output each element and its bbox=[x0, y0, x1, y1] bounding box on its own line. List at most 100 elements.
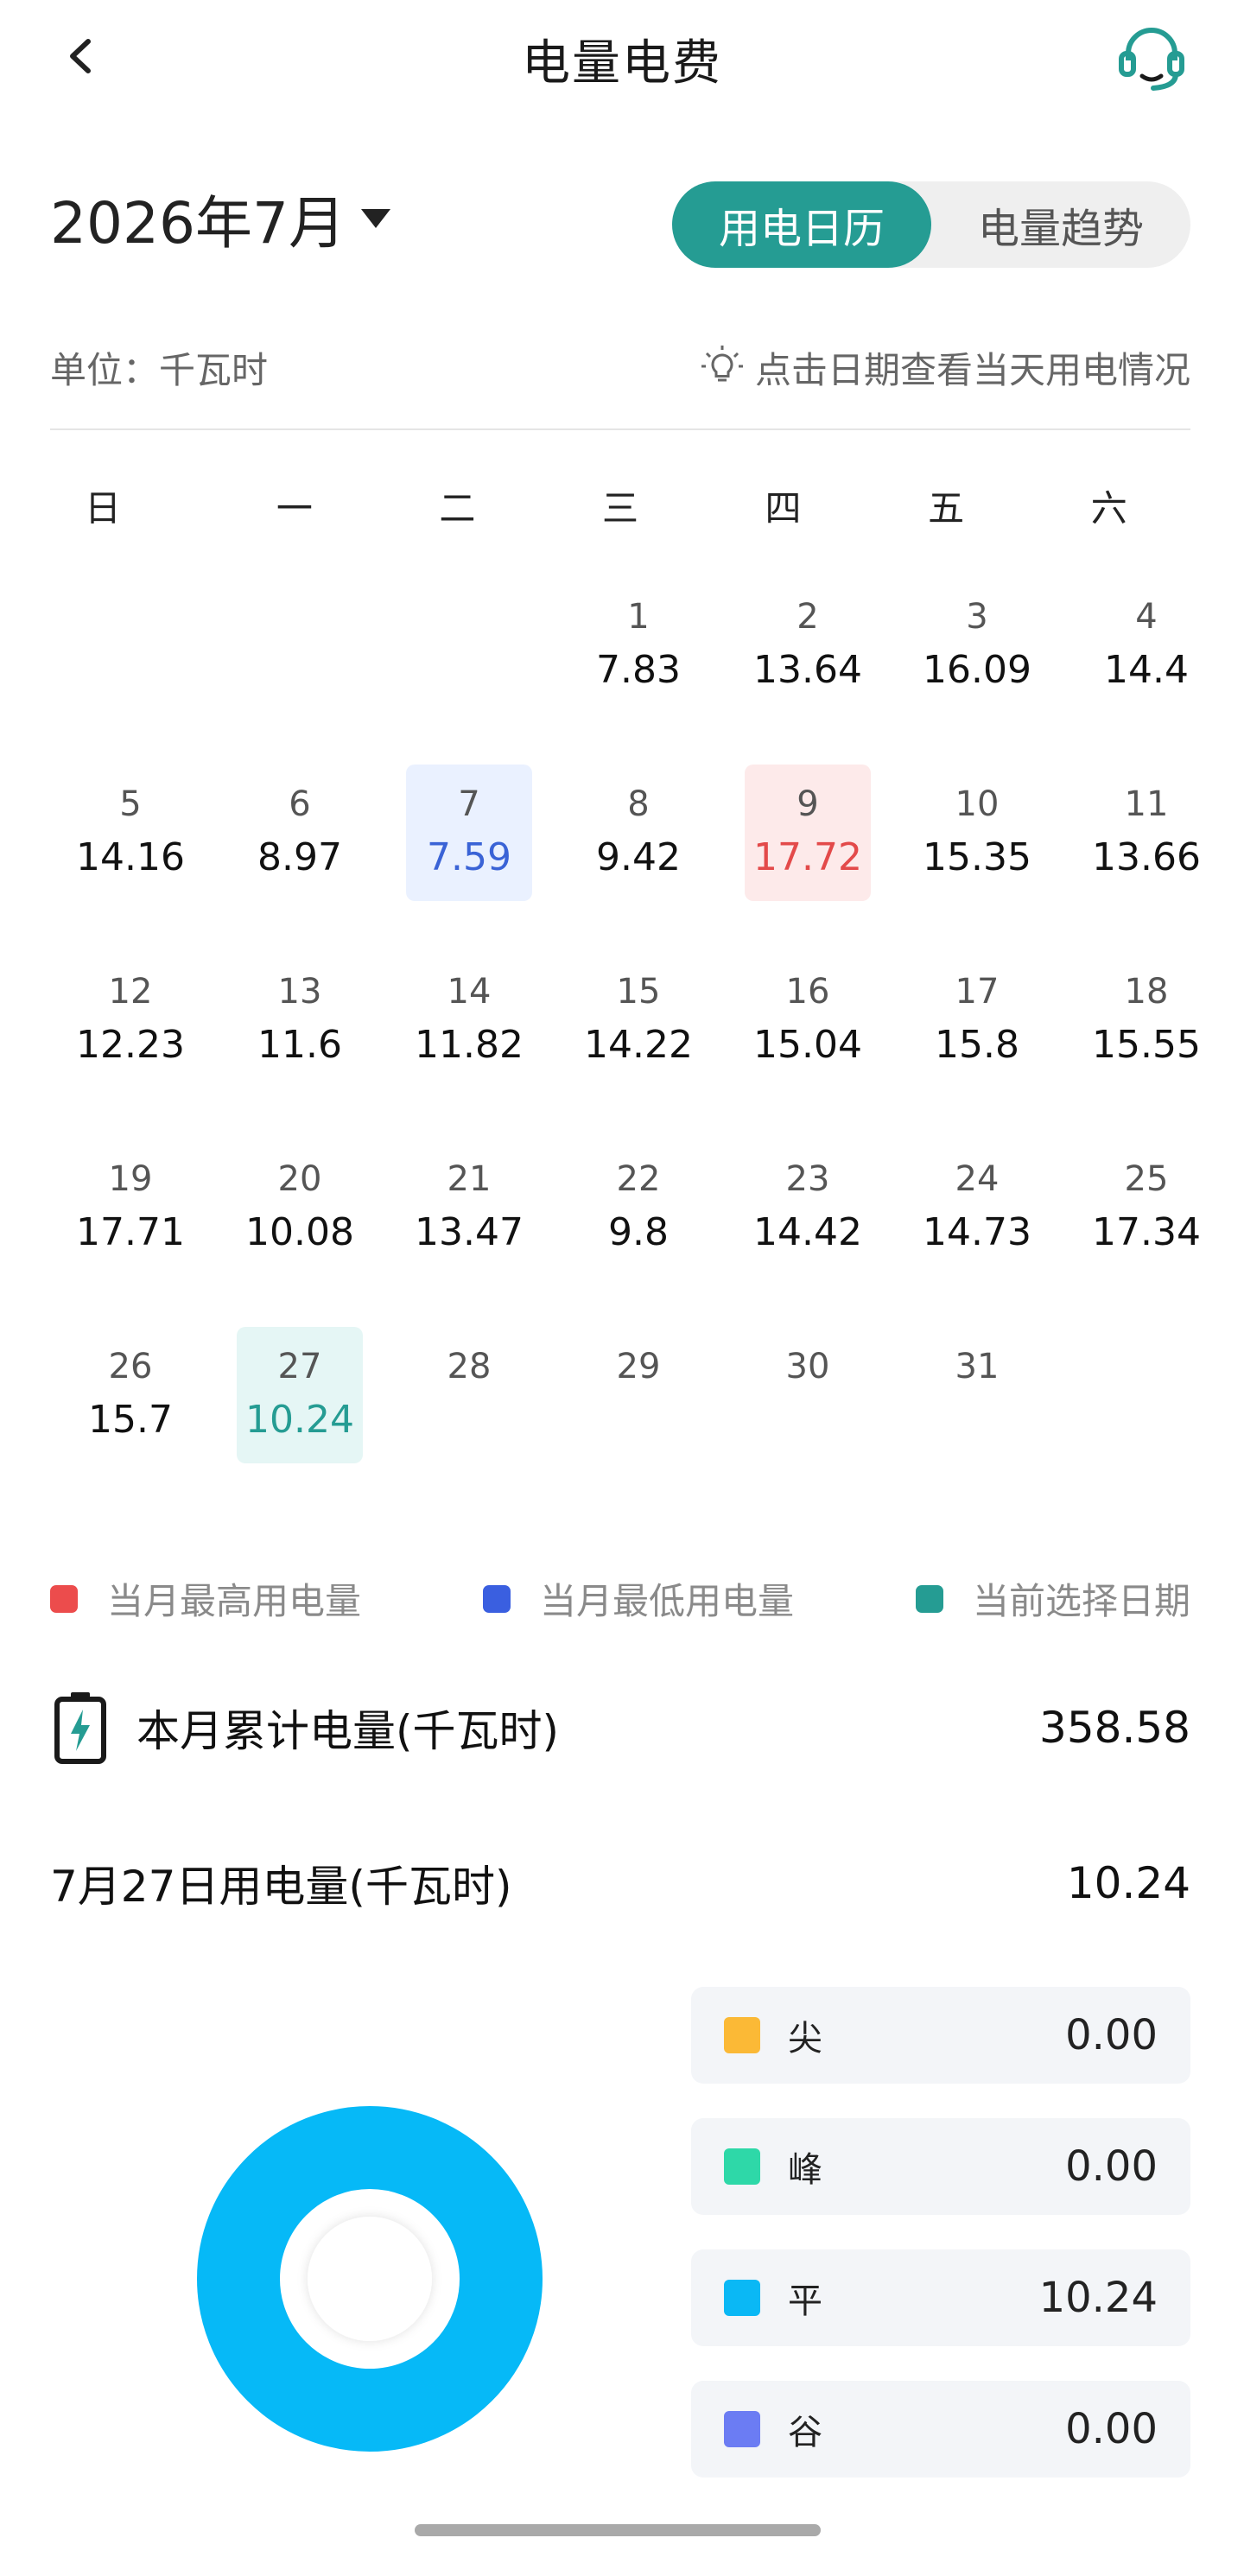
calendar-day-cell[interactable]: 28 bbox=[406, 1327, 532, 1463]
calendar-day-number: 1 bbox=[627, 597, 650, 637]
tou-item-flat: 平 10.24 bbox=[691, 2249, 1190, 2346]
calendar-day-cell[interactable]: 15 14.22 bbox=[575, 952, 701, 1088]
calendar-day-cell[interactable]: 25 17.34 bbox=[1083, 1139, 1209, 1276]
calendar-day-cell[interactable]: 30 bbox=[745, 1327, 871, 1463]
calendar-day-cell[interactable]: 21 13.47 bbox=[406, 1139, 532, 1276]
tip: 点击日期查看当天用电情况 bbox=[698, 341, 1190, 394]
calendar-day-number: 15 bbox=[616, 972, 661, 1012]
calendar-day-usage: 14.22 bbox=[584, 1023, 693, 1067]
tou-label: 峰 bbox=[788, 2150, 822, 2190]
daily-total-label: 7月27日用电量(千瓦时) bbox=[50, 1862, 512, 1912]
calendar-day-number: 25 bbox=[1124, 1159, 1169, 1199]
calendar-day-usage: 15.35 bbox=[923, 835, 1031, 879]
calendar-day-cell[interactable]: 27 10.24 bbox=[237, 1327, 363, 1463]
calendar-day-cell[interactable]: 13 11.6 bbox=[237, 952, 363, 1088]
battery-charging-icon bbox=[54, 1692, 106, 1764]
tou-swatch bbox=[724, 2280, 760, 2316]
tou-value: 0.00 bbox=[1065, 2142, 1158, 2191]
home-indicator[interactable] bbox=[415, 2524, 821, 2536]
weekday-wed: 三 bbox=[601, 487, 638, 530]
calendar-day-number: 30 bbox=[785, 1347, 830, 1386]
calendar-day-number: 17 bbox=[955, 972, 1000, 1012]
calendar-day-cell[interactable]: 3 16.09 bbox=[914, 577, 1040, 714]
calendar-day-number: 23 bbox=[785, 1159, 830, 1199]
calendar-day-number: 14 bbox=[447, 972, 492, 1012]
calendar-day-number: 31 bbox=[955, 1347, 1000, 1386]
calendar-day-cell[interactable]: 24 14.73 bbox=[914, 1139, 1040, 1276]
customer-service-button[interactable] bbox=[1113, 19, 1190, 97]
calendar-day-cell[interactable]: 20 10.08 bbox=[237, 1139, 363, 1276]
calendar-day-cell[interactable]: 14 11.82 bbox=[406, 952, 532, 1088]
view-toggle: 用电日历 电量趋势 bbox=[672, 181, 1190, 268]
calendar-day-cell[interactable]: 10 15.35 bbox=[914, 765, 1040, 901]
calendar-day-cell[interactable]: 7 7.59 bbox=[406, 765, 532, 901]
calendar-day-cell[interactable]: 9 17.72 bbox=[745, 765, 871, 901]
calendar-day-cell[interactable]: 1 7.83 bbox=[575, 577, 701, 714]
legend-swatch bbox=[915, 1584, 943, 1613]
calendar-day: 15 14.22 bbox=[558, 952, 727, 1139]
tip-text: 点击日期查看当天用电情况 bbox=[754, 348, 1190, 391]
tou-label-group: 谷 bbox=[724, 2404, 822, 2454]
calendar-day-number: 3 bbox=[966, 597, 988, 637]
calendar-day-usage: 9.8 bbox=[608, 1210, 669, 1254]
calendar-day-usage: 15.55 bbox=[1092, 1023, 1201, 1067]
calendar-day-usage: 7.59 bbox=[427, 835, 511, 879]
calendar-day-cell[interactable]: 11 13.66 bbox=[1083, 765, 1209, 901]
calendar-day: 21 13.47 bbox=[389, 1139, 558, 1327]
tou-label-group: 峰 bbox=[724, 2141, 822, 2192]
calendar-day-number: 22 bbox=[616, 1159, 661, 1199]
calendar-day: 27 10.24 bbox=[219, 1327, 389, 1514]
calendar-day-usage: 15.04 bbox=[753, 1023, 862, 1067]
calendar-day-cell[interactable]: 19 17.71 bbox=[67, 1139, 194, 1276]
weekday-tue: 二 bbox=[439, 487, 476, 530]
calendar-day-cell[interactable]: 4 14.4 bbox=[1083, 577, 1209, 714]
calendar-day-cell[interactable]: 16 15.04 bbox=[745, 952, 871, 1088]
calendar-day-number: 4 bbox=[1135, 597, 1158, 637]
calendar-day-cell[interactable]: 31 bbox=[914, 1327, 1040, 1463]
caret-down-icon bbox=[360, 209, 390, 228]
calendar-day: 30 bbox=[727, 1327, 897, 1514]
calendar-day-cell[interactable]: 23 14.42 bbox=[745, 1139, 871, 1276]
calendar-day-usage: 13.64 bbox=[753, 648, 862, 692]
calendar-blank bbox=[389, 577, 558, 765]
calendar-day-usage: 10.08 bbox=[245, 1210, 354, 1254]
calendar-day: 26 15.7 bbox=[50, 1327, 219, 1514]
page-title: 电量电费 bbox=[522, 35, 722, 92]
calendar-day: 3 16.09 bbox=[897, 577, 1066, 765]
calendar-day-cell[interactable]: 18 15.55 bbox=[1083, 952, 1209, 1088]
calendar-day-cell[interactable]: 5 14.16 bbox=[67, 765, 194, 901]
calendar-day-number: 5 bbox=[119, 784, 142, 824]
month-picker[interactable]: 2026年7月 bbox=[50, 177, 390, 260]
calendar-day-number: 20 bbox=[277, 1159, 322, 1199]
legend-label: 当前选择日期 bbox=[972, 1580, 1190, 1622]
tou-item-sharp: 尖 0.00 bbox=[691, 1987, 1190, 2084]
calendar-day-number: 7 bbox=[458, 784, 480, 824]
calendar-day: 29 bbox=[558, 1327, 727, 1514]
legend-swatch bbox=[50, 1584, 78, 1613]
tou-value: 10.24 bbox=[1038, 2274, 1158, 2322]
calendar-day-cell[interactable]: 22 9.8 bbox=[575, 1139, 701, 1276]
calendar-day-usage: 9.42 bbox=[596, 835, 681, 879]
calendar-day-usage: 16.09 bbox=[923, 648, 1031, 692]
calendar-day-number: 24 bbox=[955, 1159, 1000, 1199]
headset-icon bbox=[1119, 28, 1184, 91]
weekday-sun: 日 bbox=[85, 487, 122, 530]
monthly-total-row: 本月累计电量(千瓦时) 358.58 bbox=[50, 1689, 1190, 1767]
calendar-day-cell[interactable]: 8 9.42 bbox=[575, 765, 701, 901]
calendar-day-cell[interactable]: 26 15.7 bbox=[67, 1327, 194, 1463]
calendar-day-cell[interactable]: 2 13.64 bbox=[745, 577, 871, 714]
calendar-day-cell[interactable]: 12 12.23 bbox=[67, 952, 194, 1088]
tab-usage-trend[interactable]: 电量趋势 bbox=[931, 181, 1190, 268]
calendar-day-usage: 11.6 bbox=[257, 1023, 342, 1067]
calendar-day-number: 6 bbox=[289, 784, 311, 824]
tab-usage-calendar[interactable]: 用电日历 bbox=[672, 181, 931, 268]
legend-label: 当月最低用电量 bbox=[539, 1580, 794, 1622]
calendar-day-usage: 13.66 bbox=[1092, 835, 1201, 879]
calendar-day-number: 12 bbox=[108, 972, 153, 1012]
calendar-day-cell[interactable]: 17 15.8 bbox=[914, 952, 1040, 1088]
calendar-day: 14 11.82 bbox=[389, 952, 558, 1139]
calendar-day-cell[interactable]: 29 bbox=[575, 1327, 701, 1463]
calendar-day-cell[interactable]: 6 8.97 bbox=[237, 765, 363, 901]
monthly-total-label: 本月累计电量(千瓦时) bbox=[136, 1706, 560, 1756]
legend-item-highest: 当月最高用电量 bbox=[50, 1572, 361, 1625]
